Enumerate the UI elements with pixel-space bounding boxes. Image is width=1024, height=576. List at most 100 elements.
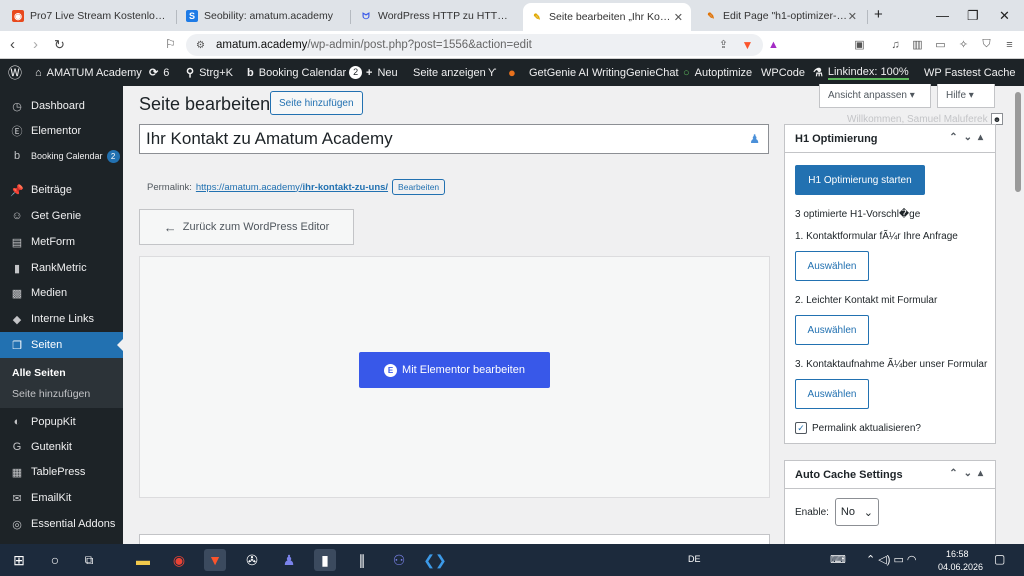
menu-tablepress[interactable]: ▦ TablePress (0, 459, 123, 485)
brave-shield-icon[interactable]: ▼ (741, 38, 754, 52)
sidebar-icon[interactable]: ▥ (911, 38, 924, 51)
browser-tab-3[interactable]: ᗢ WordPress HTTP zu HTTPS Umleit (352, 4, 522, 28)
minimize-icon[interactable]: — (936, 8, 949, 23)
vscode-icon[interactable]: ❮❯ (423, 549, 446, 571)
search-icon: ⚲ (186, 67, 195, 79)
adminbar-wpcode[interactable]: WPCode (761, 59, 805, 86)
menu-gutenkit[interactable]: G Gutenkit (0, 434, 123, 460)
add-new-page-button[interactable]: Seite hinzufügen (270, 91, 363, 115)
extensions-icon[interactable]: ✧ (957, 38, 970, 51)
vpn-icon[interactable]: ⛉ (980, 38, 993, 51)
menu-internal-links[interactable]: ◆ Interne Links (0, 306, 123, 332)
brave-icon[interactable]: ▼ (204, 549, 226, 571)
teams-icon[interactable]: ♟ (278, 549, 300, 571)
clock-time[interactable]: 16:58 (946, 549, 969, 559)
menu-get-genie[interactable]: ☺ Get Genie (0, 203, 123, 229)
back-icon[interactable]: ‹ (10, 36, 15, 53)
page-scrollbar[interactable] (1012, 86, 1024, 544)
browser-tab-2[interactable]: S Seobility: amatum.academy (178, 4, 348, 28)
post-title-input[interactable]: Ihr Kontakt zu Amatum Academy ♟ (139, 124, 769, 154)
adminbar-view-page[interactable]: Seite anzeigen (413, 59, 486, 86)
select-suggestion-2-button[interactable]: Auswählen (795, 315, 869, 345)
menu-emailkit[interactable]: ✉ EmailKit (0, 485, 123, 511)
autoptimize-icon: ○ (683, 66, 690, 79)
permalink-update-checkbox[interactable]: ✓ Permalink aktualisieren? (795, 422, 921, 434)
menu-rankmetric[interactable]: ▮ RankMetric (0, 255, 123, 281)
windows-start-icon[interactable]: ⊞ (8, 549, 30, 571)
adminbar-search[interactable]: ⚲ Strg+K (186, 59, 233, 86)
maximize-icon[interactable]: ❐ (967, 8, 979, 24)
reader-icon[interactable]: ▣ (853, 38, 866, 51)
submenu-all-pages[interactable]: Alle Seiten (12, 367, 66, 379)
menu-elementor[interactable]: Ⓔ Elementor (0, 118, 123, 144)
help-tab[interactable]: Hilfe ▾ (937, 84, 995, 108)
menu-media[interactable]: ▩ Medien (0, 280, 123, 306)
site-info-icon[interactable]: ⚙ (196, 40, 205, 51)
edit-permalink-button[interactable]: Bearbeiten (392, 179, 446, 195)
genie-assist-icon[interactable]: ♟ (749, 132, 760, 146)
wordpress-logo-icon[interactable]: Ⓦ (8, 59, 22, 86)
adminbar-linkindex[interactable]: ⚗ Linkindex: 100% (813, 59, 909, 86)
box-controls-icon[interactable]: ⌃⌄▴ (949, 132, 989, 143)
browser-tab-5[interactable]: ✎ Edit Page "h1-optimizer-for-word ✕ (697, 4, 865, 28)
close-tab-icon[interactable]: ✕ (674, 11, 683, 24)
reload-icon[interactable]: ↻ (54, 37, 65, 53)
booking-icon: b (13, 150, 21, 162)
permalink-link[interactable]: https://amatum.academy/ihr-kontakt-zu-un… (196, 182, 388, 193)
app-stripes-icon[interactable]: ∥ (351, 549, 373, 571)
adminbar-site[interactable]: ⌂ AMATUM Academy (35, 59, 142, 86)
menu-posts[interactable]: 📌 Beiträge (0, 177, 123, 203)
task-view-icon[interactable]: ⧉ (78, 549, 100, 571)
teams-chat-icon[interactable]: ⚇ (388, 549, 410, 571)
menu-popupkit[interactable]: ◐ PopupKit (0, 409, 123, 435)
share-icon[interactable]: ⇪ (717, 38, 730, 51)
tray-icons[interactable]: ⌃ ◁) ▭ ◠ (866, 553, 917, 566)
box-controls-icon[interactable]: ⌃⌄▴ (949, 468, 989, 479)
adminbar-autoptimize[interactable]: ○ Autoptimize (683, 59, 752, 86)
menu-booking-calendar[interactable]: b Booking Calendar 2 (0, 143, 123, 169)
adminbar-geniechat[interactable]: GenieChat (626, 59, 679, 86)
language-indicator[interactable]: DE (688, 554, 701, 564)
adminbar-booking[interactable]: b Booking Calendar 2 (247, 59, 363, 86)
brave-rewards-icon[interactable]: ▲ (767, 38, 780, 51)
audio-app-icon[interactable]: ▮ (314, 549, 336, 571)
menu-icon[interactable]: ≡ (1003, 38, 1016, 51)
keyboard-icon[interactable]: ⌨ (830, 553, 846, 566)
chrome-icon[interactable]: ◉ (168, 549, 190, 571)
close-window-icon[interactable]: ✕ (999, 8, 1010, 24)
notifications-icon[interactable]: ▢ (994, 552, 1005, 566)
auto-cache-settings-box: Auto Cache Settings ⌃⌄▴ Enable: No ⌄ (784, 460, 996, 544)
edit-with-elementor-button[interactable]: E Mit Elementor bearbeiten (359, 352, 550, 388)
start-h1-optimization-button[interactable]: H1 Optimierung starten (795, 165, 925, 195)
adminbar-updates[interactable]: ⟳ 6 (149, 59, 169, 86)
menu-essential-addons[interactable]: ◎ Essential Addons (0, 511, 123, 537)
clock-date[interactable]: 04.06.2026 (938, 562, 983, 572)
bookmark-icon[interactable]: ⚐ (165, 37, 176, 51)
back-to-wp-editor-button[interactable]: ← Zurück zum WordPress Editor (139, 209, 354, 245)
screen-options-tab[interactable]: Ansicht anpassen ▾ (819, 84, 931, 108)
new-tab-button[interactable]: + (874, 6, 883, 23)
wallet-icon[interactable]: ▭ (934, 38, 947, 51)
scrollbar-thumb[interactable] (1015, 92, 1021, 192)
cache-enable-select[interactable]: No ⌄ (834, 498, 879, 526)
app-icon[interactable]: ✇ (241, 549, 263, 571)
adminbar-getgenie[interactable]: GetGenie AI Writing (529, 59, 626, 86)
browser-tab-active[interactable]: ✎ Seite bearbeiten „Ihr Kontakt ✕ (523, 3, 691, 31)
forward-icon[interactable]: › (33, 36, 38, 53)
menu-pages[interactable]: ❐ Seiten (0, 332, 123, 358)
search-icon[interactable]: ○ (44, 549, 66, 571)
menu-metform[interactable]: ▤ MetForm (0, 229, 123, 255)
cache-box-header: Auto Cache Settings ⌃⌄▴ (785, 461, 995, 489)
address-bar[interactable]: ⚙ amatum.academy/wp-admin/post.php?post=… (186, 34, 763, 56)
menu-dashboard[interactable]: ◷ Dashboard (0, 93, 123, 119)
browser-tab-1[interactable]: ◉ Pro7 Live Stream Kostenlos Ol (4, 4, 174, 28)
adminbar-new[interactable]: + Neu (366, 59, 398, 86)
close-tab-icon[interactable]: ✕ (848, 10, 857, 23)
music-icon[interactable]: ♫ (889, 38, 902, 51)
yoast-icon[interactable]: Ƴ (488, 59, 497, 86)
file-explorer-icon[interactable]: ▬ (132, 549, 154, 571)
adminbar-fastest-cache[interactable]: WP Fastest Cache (924, 59, 1016, 86)
select-suggestion-3-button[interactable]: Auswählen (795, 379, 869, 409)
select-suggestion-1-button[interactable]: Auswählen (795, 251, 869, 281)
submenu-add-page[interactable]: Seite hinzufügen (12, 388, 90, 400)
